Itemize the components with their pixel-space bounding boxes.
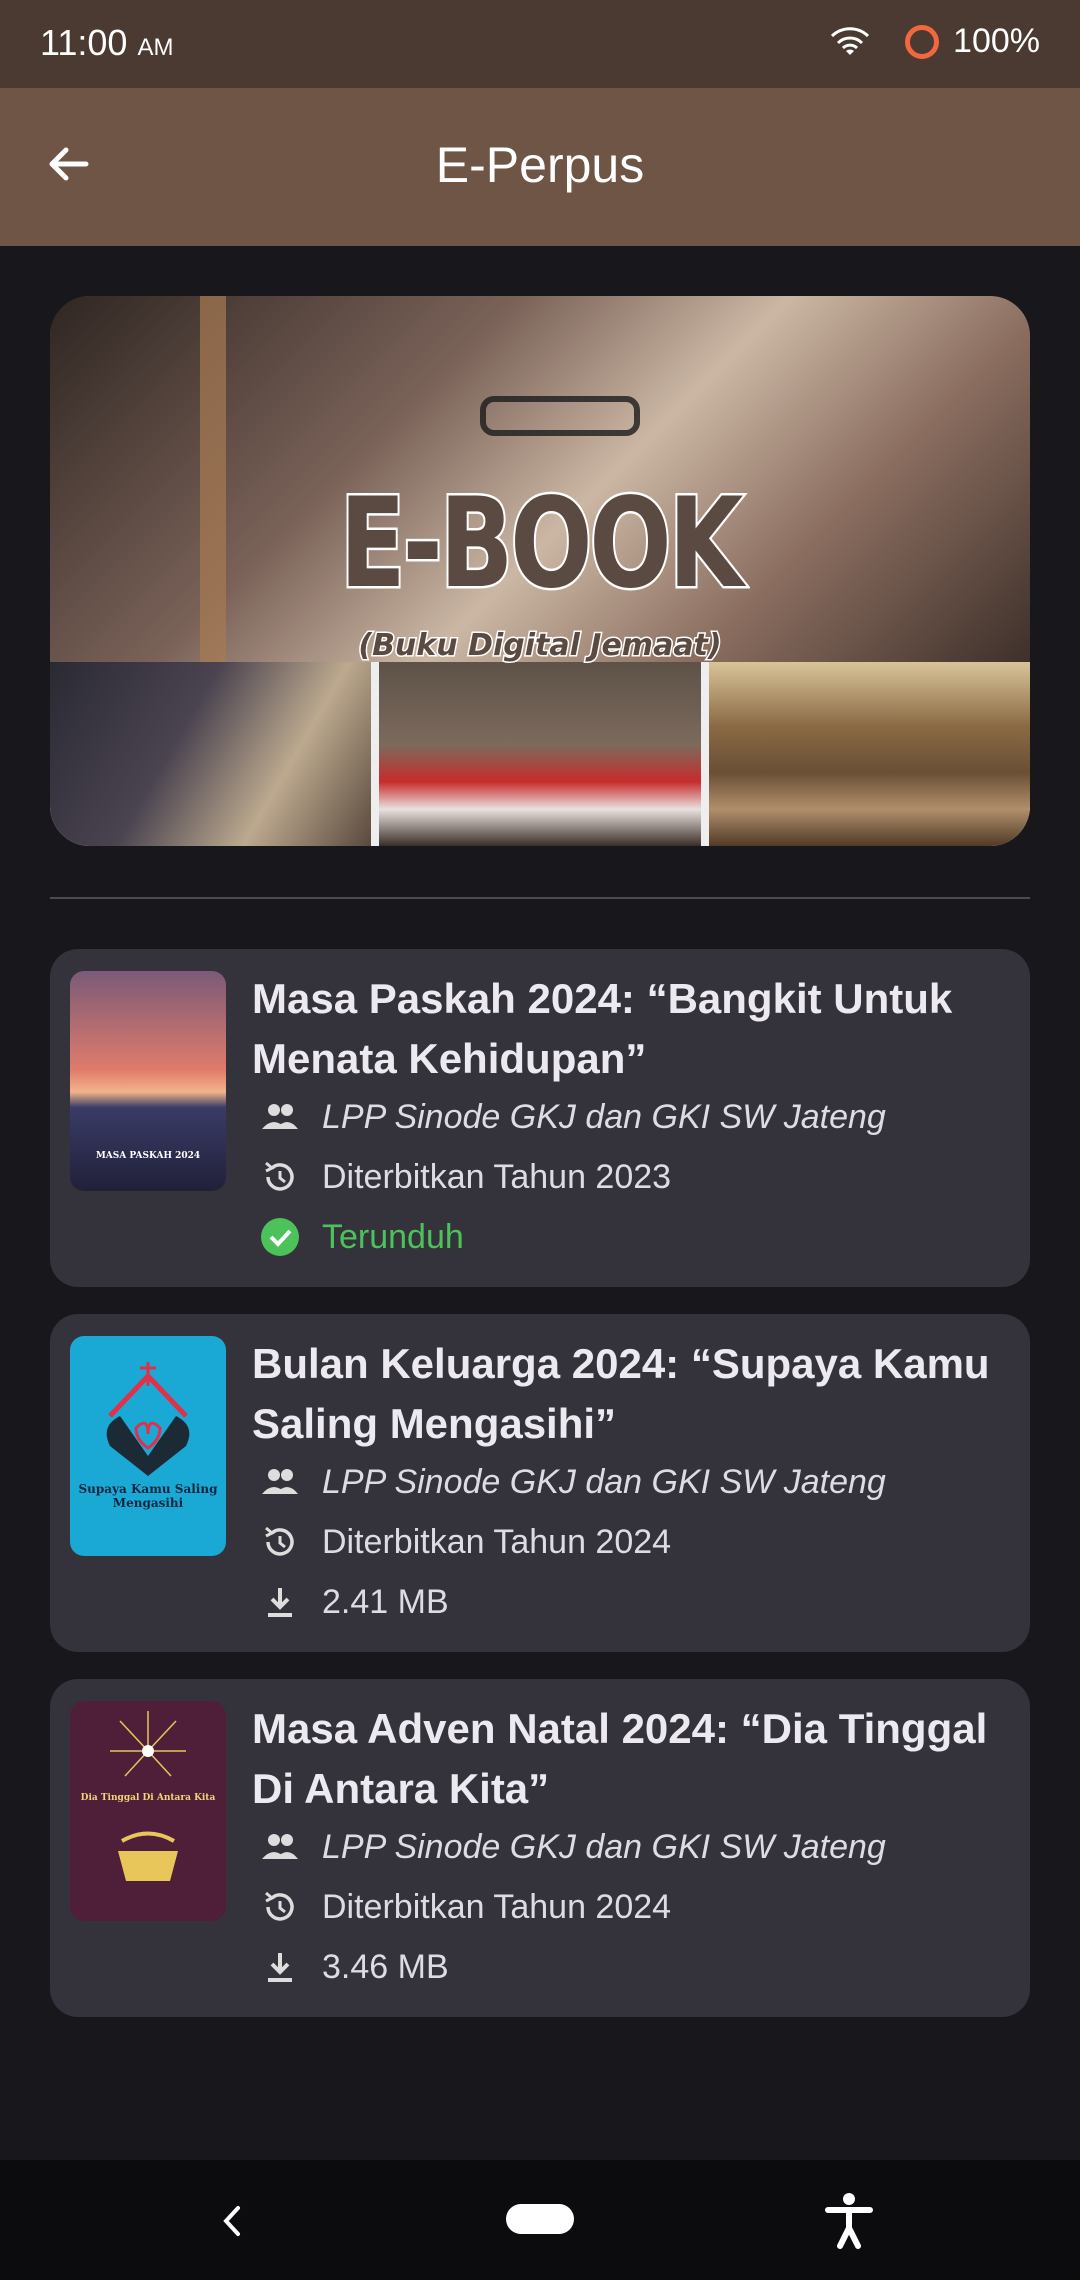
book-cover: MASA PASKAH 2024 (70, 971, 226, 1191)
banner-thumb (50, 662, 372, 846)
book-title: Bulan Keluarga 2024: “Supaya Kamu Saling… (252, 1340, 990, 1447)
people-icon (262, 1104, 298, 1129)
book-size: 2.41 MB (260, 1582, 449, 1622)
book-title: Masa Adven Natal 2024: “Dia Tinggal Di A… (252, 1705, 988, 1812)
clock-text: 11:00 (40, 22, 128, 63)
people-icon (262, 1834, 298, 1859)
clock-ampm: AM (137, 34, 174, 61)
cover-caption: Dia Tinggal Di Antara Kita (80, 1793, 216, 1803)
people-icon (262, 1469, 298, 1494)
book-author: LPP Sinode GKJ dan GKI SW Jateng (260, 1827, 886, 1867)
download-icon (268, 1588, 292, 1617)
banner-thumb (379, 662, 701, 846)
book-author: LPP Sinode GKJ dan GKI SW Jateng (260, 1462, 886, 1502)
wifi-icon (830, 26, 870, 55)
home-pill-icon[interactable] (506, 2204, 574, 2234)
download-icon (268, 1953, 292, 1982)
app-bar: E-Perpus (0, 88, 1080, 246)
banner-heading: E-BOOK (338, 470, 746, 619)
book-published: Diterbitkan Tahun 2024 (260, 1887, 671, 1927)
page-title: E-Perpus (435, 137, 645, 193)
cover-church-art (106, 1362, 190, 1476)
book-card[interactable]: MASA PASKAH 2024 Masa Paskah 2024: “Bang… (50, 949, 1030, 1287)
ebook-banner: E-BOOK (Buku Digital Jemaat) (50, 296, 1030, 846)
battery-percent: 100% (953, 22, 1040, 60)
history-icon (265, 1891, 294, 1921)
accessibility-icon[interactable] (822, 2190, 876, 2250)
book-status: Terunduh (260, 1217, 464, 1257)
published-text: Diterbitkan Tahun 2024 (322, 1522, 672, 1561)
author-text: LPP Sinode GKJ dan GKI SW Jateng (322, 1462, 886, 1501)
size-text: 2.41 MB (322, 1582, 449, 1621)
banner-thumbnails (50, 662, 1030, 846)
history-icon (265, 1161, 294, 1191)
book-cover: Supaya Kamu Saling Mengasihi (70, 1336, 226, 1556)
author-text: LPP Sinode GKJ dan GKI SW Jateng (322, 1097, 886, 1136)
battery-icon (905, 24, 940, 59)
system-nav-bar (0, 2160, 1080, 2280)
divider (50, 897, 1030, 899)
author-text: LPP Sinode GKJ dan GKI SW Jateng (322, 1827, 886, 1866)
history-icon (265, 1526, 294, 1556)
book-author: LPP Sinode GKJ dan GKI SW Jateng (260, 1097, 886, 1137)
published-text: Diterbitkan Tahun 2024 (322, 1887, 672, 1926)
book-title: Masa Paskah 2024: “Bangkit Untuk Menata … (252, 975, 953, 1082)
banner-photo-detail (480, 396, 640, 436)
back-icon[interactable] (210, 2196, 254, 2246)
check-circle-icon (261, 1218, 299, 1256)
book-card[interactable]: Dia Tinggal Di Antara Kita Masa Adven Na… (50, 1679, 1030, 2017)
book-cover: Dia Tinggal Di Antara Kita (70, 1701, 226, 1921)
cover-star-art (110, 1711, 186, 1881)
status-time: 11:00 AM (40, 22, 173, 64)
book-card[interactable]: Supaya Kamu Saling Mengasihi Bulan Kelua… (50, 1314, 1030, 1652)
status-indicators: 100% (829, 22, 1040, 61)
banner-thumb (708, 662, 1030, 846)
published-text: Diterbitkan Tahun 2023 (322, 1157, 672, 1196)
cover-caption: Supaya Kamu Saling Mengasihi (78, 1482, 218, 1510)
status-bar: 11:00 AM 100% (0, 0, 1080, 88)
status-text: Terunduh (322, 1217, 464, 1256)
book-size: 3.46 MB (260, 1947, 449, 1987)
book-published: Diterbitkan Tahun 2023 (260, 1157, 671, 1197)
banner-subheading: (Buku Digital Jemaat) (357, 627, 723, 665)
book-published: Diterbitkan Tahun 2024 (260, 1522, 671, 1562)
cover-caption: MASA PASKAH 2024 (95, 1151, 201, 1161)
size-text: 3.46 MB (322, 1947, 449, 1986)
